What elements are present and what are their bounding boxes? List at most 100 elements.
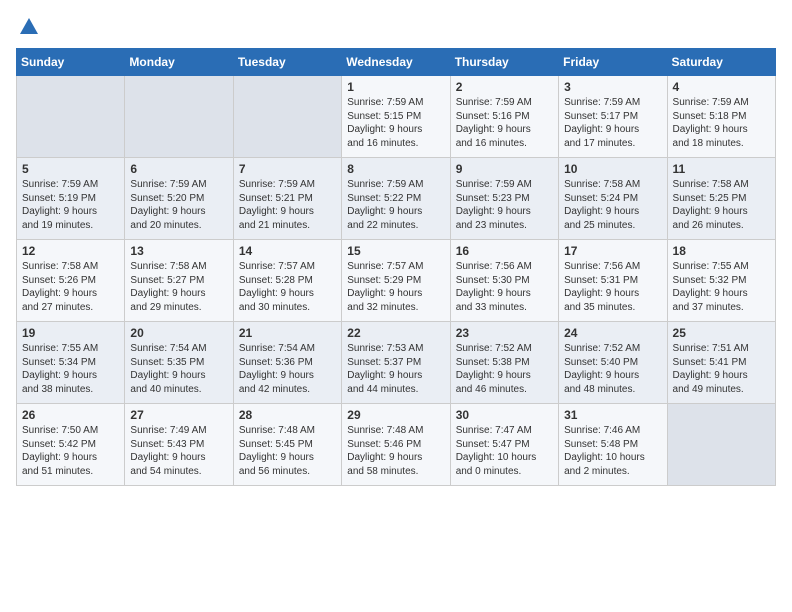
week-row-1: 5 Sunrise: 7:59 AM Sunset: 5:19 PM Daylig… (17, 158, 776, 240)
day-number: 12 (22, 244, 119, 258)
day-info: Sunrise: 7:48 AM Sunset: 5:45 PM Dayligh… (239, 424, 336, 478)
calendar-cell: 8 Sunrise: 7:59 AM Sunset: 5:22 PM Daylig… (342, 158, 450, 240)
calendar-cell: 2Sunrise: 7:59 AM Sunset: 5:16 PM Daylig… (450, 76, 558, 158)
day-number: 9 (456, 162, 553, 176)
calendar-cell: 12 Sunrise: 7:58 AM Sunset: 5:26 PM Dayli… (17, 240, 125, 322)
calendar-cell: 11Sunrise: 7:58 AM Sunset: 5:25 PM Dayli… (667, 158, 775, 240)
day-number: 16 (456, 244, 553, 258)
calendar-cell: 18 Sunrise: 7:55 AM Sunset: 5:32 PM Dayli… (667, 240, 775, 322)
day-number: 17 (564, 244, 661, 258)
calendar-cell: 4 Sunrise: 7:59 AM Sunset: 5:18 PM Daylig… (667, 76, 775, 158)
calendar-body: 1Sunrise: 7:59 AM Sunset: 5:15 PM Daylig… (17, 76, 776, 486)
calendar-cell: 27 Sunrise: 7:49 AM Sunset: 5:43 PM Dayli… (125, 404, 233, 486)
day-number: 26 (22, 408, 119, 422)
day-info: Sunrise: 7:57 AM Sunset: 5:28 PM Dayligh… (239, 260, 336, 314)
day-number: 2 (456, 80, 553, 94)
day-number: 19 (22, 326, 119, 340)
week-row-2: 12 Sunrise: 7:58 AM Sunset: 5:26 PM Dayli… (17, 240, 776, 322)
calendar-cell: 16 Sunrise: 7:56 AM Sunset: 5:30 PM Dayli… (450, 240, 558, 322)
calendar-cell: 14 Sunrise: 7:57 AM Sunset: 5:28 PM Dayli… (233, 240, 341, 322)
day-number: 10 (564, 162, 661, 176)
day-number: 3 (564, 80, 661, 94)
day-number: 4 (673, 80, 770, 94)
day-number: 31 (564, 408, 661, 422)
weekday-header-friday: Friday (559, 49, 667, 76)
weekday-header-monday: Monday (125, 49, 233, 76)
calendar-cell: 17 Sunrise: 7:56 AM Sunset: 5:31 PM Dayli… (559, 240, 667, 322)
logo-icon (18, 16, 40, 38)
calendar-cell: 10 Sunrise: 7:58 AM Sunset: 5:24 PM Dayli… (559, 158, 667, 240)
calendar-cell: 1Sunrise: 7:59 AM Sunset: 5:15 PM Daylig… (342, 76, 450, 158)
day-number: 27 (130, 408, 227, 422)
calendar-cell: 23 Sunrise: 7:52 AM Sunset: 5:38 PM Dayli… (450, 322, 558, 404)
day-number: 24 (564, 326, 661, 340)
weekday-header-sunday: Sunday (17, 49, 125, 76)
calendar-cell: 22 Sunrise: 7:53 AM Sunset: 5:37 PM Dayli… (342, 322, 450, 404)
day-info: Sunrise: 7:58 AM Sunset: 5:27 PM Dayligh… (130, 260, 227, 314)
calendar-cell: 28 Sunrise: 7:48 AM Sunset: 5:45 PM Dayli… (233, 404, 341, 486)
calendar-cell (17, 76, 125, 158)
calendar-cell: 24 Sunrise: 7:52 AM Sunset: 5:40 PM Dayli… (559, 322, 667, 404)
day-info: Sunrise: 7:59 AM Sunset: 5:20 PM Dayligh… (130, 178, 227, 232)
day-number: 15 (347, 244, 444, 258)
header (16, 16, 776, 38)
day-info: Sunrise: 7:46 AM Sunset: 5:48 PM Dayligh… (564, 424, 661, 478)
calendar-cell: 25Sunrise: 7:51 AM Sunset: 5:41 PM Dayli… (667, 322, 775, 404)
day-number: 5 (22, 162, 119, 176)
weekday-header-row: SundayMondayTuesdayWednesdayThursdayFrid… (17, 49, 776, 76)
day-info: Sunrise: 7:59 AM Sunset: 5:19 PM Dayligh… (22, 178, 119, 232)
day-info: Sunrise: 7:58 AM Sunset: 5:24 PM Dayligh… (564, 178, 661, 232)
calendar-cell: 19 Sunrise: 7:55 AM Sunset: 5:34 PM Dayli… (17, 322, 125, 404)
day-info: Sunrise: 7:52 AM Sunset: 5:38 PM Dayligh… (456, 342, 553, 396)
calendar-cell: 26 Sunrise: 7:50 AM Sunset: 5:42 PM Dayli… (17, 404, 125, 486)
day-info: Sunrise: 7:56 AM Sunset: 5:30 PM Dayligh… (456, 260, 553, 314)
day-number: 8 (347, 162, 444, 176)
day-number: 20 (130, 326, 227, 340)
day-number: 7 (239, 162, 336, 176)
weekday-header-saturday: Saturday (667, 49, 775, 76)
calendar-cell (125, 76, 233, 158)
calendar-table: SundayMondayTuesdayWednesdayThursdayFrid… (16, 48, 776, 486)
day-info: Sunrise: 7:54 AM Sunset: 5:35 PM Dayligh… (130, 342, 227, 396)
day-info: Sunrise: 7:51 AM Sunset: 5:41 PM Dayligh… (673, 342, 770, 396)
day-info: Sunrise: 7:49 AM Sunset: 5:43 PM Dayligh… (130, 424, 227, 478)
day-info: Sunrise: 7:59 AM Sunset: 5:18 PM Dayligh… (673, 96, 770, 150)
weekday-header-thursday: Thursday (450, 49, 558, 76)
day-number: 30 (456, 408, 553, 422)
day-info: Sunrise: 7:52 AM Sunset: 5:40 PM Dayligh… (564, 342, 661, 396)
day-info: Sunrise: 7:56 AM Sunset: 5:31 PM Dayligh… (564, 260, 661, 314)
day-number: 18 (673, 244, 770, 258)
calendar-cell: 7Sunrise: 7:59 AM Sunset: 5:21 PM Daylig… (233, 158, 341, 240)
day-number: 28 (239, 408, 336, 422)
calendar-cell (233, 76, 341, 158)
day-number: 6 (130, 162, 227, 176)
day-info: Sunrise: 7:59 AM Sunset: 5:15 PM Dayligh… (347, 96, 444, 150)
day-info: Sunrise: 7:55 AM Sunset: 5:34 PM Dayligh… (22, 342, 119, 396)
day-info: Sunrise: 7:58 AM Sunset: 5:26 PM Dayligh… (22, 260, 119, 314)
day-info: Sunrise: 7:55 AM Sunset: 5:32 PM Dayligh… (673, 260, 770, 314)
calendar-cell: 21Sunrise: 7:54 AM Sunset: 5:36 PM Dayli… (233, 322, 341, 404)
calendar-cell (667, 404, 775, 486)
day-number: 23 (456, 326, 553, 340)
day-info: Sunrise: 7:59 AM Sunset: 5:22 PM Dayligh… (347, 178, 444, 232)
calendar-cell: 20 Sunrise: 7:54 AM Sunset: 5:35 PM Dayli… (125, 322, 233, 404)
day-info: Sunrise: 7:48 AM Sunset: 5:46 PM Dayligh… (347, 424, 444, 478)
calendar-page: SundayMondayTuesdayWednesdayThursdayFrid… (0, 0, 792, 496)
calendar-cell: 15 Sunrise: 7:57 AM Sunset: 5:29 PM Dayli… (342, 240, 450, 322)
calendar-header: SundayMondayTuesdayWednesdayThursdayFrid… (17, 49, 776, 76)
day-info: Sunrise: 7:47 AM Sunset: 5:47 PM Dayligh… (456, 424, 553, 478)
weekday-header-tuesday: Tuesday (233, 49, 341, 76)
day-info: Sunrise: 7:59 AM Sunset: 5:17 PM Dayligh… (564, 96, 661, 150)
day-number: 22 (347, 326, 444, 340)
calendar-cell: 3 Sunrise: 7:59 AM Sunset: 5:17 PM Daylig… (559, 76, 667, 158)
day-number: 14 (239, 244, 336, 258)
day-number: 11 (673, 162, 770, 176)
day-info: Sunrise: 7:57 AM Sunset: 5:29 PM Dayligh… (347, 260, 444, 314)
day-info: Sunrise: 7:59 AM Sunset: 5:23 PM Dayligh… (456, 178, 553, 232)
day-info: Sunrise: 7:53 AM Sunset: 5:37 PM Dayligh… (347, 342, 444, 396)
week-row-3: 19 Sunrise: 7:55 AM Sunset: 5:34 PM Dayli… (17, 322, 776, 404)
day-info: Sunrise: 7:54 AM Sunset: 5:36 PM Dayligh… (239, 342, 336, 396)
day-info: Sunrise: 7:50 AM Sunset: 5:42 PM Dayligh… (22, 424, 119, 478)
logo (16, 16, 40, 38)
calendar-cell: 6 Sunrise: 7:59 AM Sunset: 5:20 PM Daylig… (125, 158, 233, 240)
